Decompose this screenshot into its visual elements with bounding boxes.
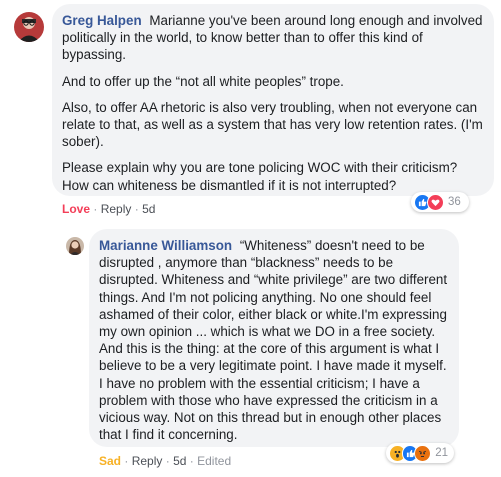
comment-text: Marianne Williamson “Whiteness” doesn't … xyxy=(99,237,449,443)
reply-link[interactable]: Reply xyxy=(101,202,132,216)
edited-label[interactable]: Edited xyxy=(197,454,231,468)
separator: · xyxy=(93,202,101,216)
comment-bubble: Greg Halpen Marianne you've been around … xyxy=(52,4,494,196)
separator: · xyxy=(124,454,132,468)
comment-actions: Sad · Reply · 5d · Edited xyxy=(99,454,231,468)
comment-actions: Love · Reply · 5d xyxy=(62,202,155,216)
comment-paragraph-1: “Whiteness” doesn't need to be disrupted… xyxy=(99,238,448,443)
sad-reaction-link[interactable]: Sad xyxy=(99,454,121,468)
love-reaction-link[interactable]: Love xyxy=(62,202,90,216)
comment-greg: Greg Halpen Marianne you've been around … xyxy=(0,0,501,225)
comment-paragraph-3: Also, to offer AA rhetoric is also very … xyxy=(62,99,483,150)
separator: · xyxy=(165,454,174,468)
angry-icon xyxy=(414,444,432,462)
comment-marianne: Marianne Williamson “Whiteness” doesn't … xyxy=(0,225,501,477)
comment-paragraph-4: Please explain why you are tone policing… xyxy=(62,160,458,193)
reaction-summary[interactable]: 21 xyxy=(386,443,454,463)
avatar[interactable] xyxy=(14,12,44,42)
timestamp[interactable]: 5d xyxy=(173,454,186,468)
author-name[interactable]: Greg Halpen xyxy=(62,13,142,28)
author-name[interactable]: Marianne Williamson xyxy=(99,238,232,253)
comment-text: Greg Halpen Marianne you've been around … xyxy=(62,12,484,64)
love-icon xyxy=(427,193,444,211)
comment-bubble: Marianne Williamson “Whiteness” doesn't … xyxy=(89,229,459,447)
timestamp[interactable]: 5d xyxy=(142,202,155,216)
comment-paragraph-2: And to offer up the “not all white peopl… xyxy=(62,73,344,89)
reply-link[interactable]: Reply xyxy=(132,454,163,468)
separator: · xyxy=(134,202,143,216)
reaction-summary[interactable]: 36 xyxy=(411,192,469,212)
avatar[interactable] xyxy=(66,237,84,255)
reaction-count: 36 xyxy=(448,196,461,208)
reaction-count: 21 xyxy=(435,447,448,459)
